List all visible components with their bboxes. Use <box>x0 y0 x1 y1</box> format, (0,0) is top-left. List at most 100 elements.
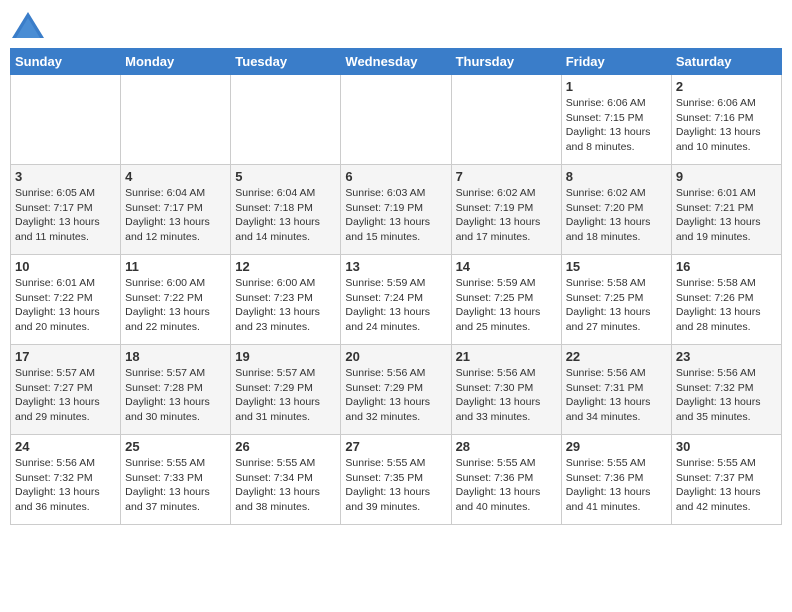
day-info: Sunrise: 5:59 AM Sunset: 7:25 PM Dayligh… <box>456 276 557 335</box>
calendar-week-row: 24Sunrise: 5:56 AM Sunset: 7:32 PM Dayli… <box>11 435 782 525</box>
calendar-cell: 14 Sunrise: 5:59 AM Sunset: 7:25 PM Dayli… <box>451 255 561 345</box>
weekday-header-saturday: Saturday <box>671 49 781 75</box>
calendar-week-row: 1 Sunrise: 6:06 AM Sunset: 7:15 PM Daylig… <box>11 75 782 165</box>
calendar-cell <box>121 75 231 165</box>
calendar-cell: 2 Sunrise: 6:06 AM Sunset: 7:16 PM Daylig… <box>671 75 781 165</box>
day-number: 30 <box>676 439 777 454</box>
day-number: 26 <box>235 439 336 454</box>
calendar-cell <box>231 75 341 165</box>
day-number: 14 <box>456 259 557 274</box>
weekday-header-wednesday: Wednesday <box>341 49 451 75</box>
calendar-cell: 28 Sunrise: 5:55 AM Sunset: 7:36 PM Dayli… <box>451 435 561 525</box>
calendar-week-row: 17 Sunrise: 5:57 AM Sunset: 7:27 PM Dayli… <box>11 345 782 435</box>
day-info: Sunrise: 6:03 AM Sunset: 7:19 PM Dayligh… <box>345 186 446 245</box>
weekday-header-monday: Monday <box>121 49 231 75</box>
calendar-cell: 20 Sunrise: 5:56 AM Sunset: 7:29 PM Dayli… <box>341 345 451 435</box>
day-number: 5 <box>235 169 336 184</box>
day-number: 1 <box>566 79 667 94</box>
calendar-cell: 5Sunrise: 6:04 AM Sunset: 7:18 PM Daylig… <box>231 165 341 255</box>
day-info: Sunrise: 5:56 AM Sunset: 7:30 PM Dayligh… <box>456 366 557 425</box>
day-number: 11 <box>125 259 226 274</box>
day-info: Sunrise: 6:00 AM Sunset: 7:22 PM Dayligh… <box>125 276 226 335</box>
calendar-cell: 29 Sunrise: 5:55 AM Sunset: 7:36 PM Dayli… <box>561 435 671 525</box>
calendar-cell: 18 Sunrise: 5:57 AM Sunset: 7:28 PM Dayli… <box>121 345 231 435</box>
calendar-cell: 25 Sunrise: 5:55 AM Sunset: 7:33 PM Dayli… <box>121 435 231 525</box>
calendar-cell: 27Sunrise: 5:55 AM Sunset: 7:35 PM Dayli… <box>341 435 451 525</box>
day-info: Sunrise: 6:02 AM Sunset: 7:19 PM Dayligh… <box>456 186 557 245</box>
day-number: 3 <box>15 169 116 184</box>
day-number: 13 <box>345 259 446 274</box>
calendar-cell: 19 Sunrise: 5:57 AM Sunset: 7:29 PM Dayli… <box>231 345 341 435</box>
calendar-cell <box>451 75 561 165</box>
calendar-week-row: 10 Sunrise: 6:01 AM Sunset: 7:22 PM Dayli… <box>11 255 782 345</box>
day-number: 2 <box>676 79 777 94</box>
calendar-cell: 16Sunrise: 5:58 AM Sunset: 7:26 PM Dayli… <box>671 255 781 345</box>
calendar-cell: 1 Sunrise: 6:06 AM Sunset: 7:15 PM Daylig… <box>561 75 671 165</box>
day-number: 22 <box>566 349 667 364</box>
calendar-cell: 4 Sunrise: 6:04 AM Sunset: 7:17 PM Daylig… <box>121 165 231 255</box>
day-info: Sunrise: 5:55 AM Sunset: 7:33 PM Dayligh… <box>125 456 226 515</box>
calendar-cell: 23 Sunrise: 5:56 AM Sunset: 7:32 PM Dayli… <box>671 345 781 435</box>
weekday-header-thursday: Thursday <box>451 49 561 75</box>
day-number: 7 <box>456 169 557 184</box>
calendar-cell: 15 Sunrise: 5:58 AM Sunset: 7:25 PM Dayli… <box>561 255 671 345</box>
logo <box>10 10 50 40</box>
calendar-cell <box>341 75 451 165</box>
day-info: Sunrise: 5:57 AM Sunset: 7:28 PM Dayligh… <box>125 366 226 425</box>
day-info: Sunrise: 6:04 AM Sunset: 7:17 PM Dayligh… <box>125 186 226 245</box>
day-info: Sunrise: 5:58 AM Sunset: 7:25 PM Dayligh… <box>566 276 667 335</box>
weekday-header-sunday: Sunday <box>11 49 121 75</box>
day-info: Sunrise: 6:00 AM Sunset: 7:23 PM Dayligh… <box>235 276 336 335</box>
calendar-cell: 11 Sunrise: 6:00 AM Sunset: 7:22 PM Dayli… <box>121 255 231 345</box>
calendar-cell: 12 Sunrise: 6:00 AM Sunset: 7:23 PM Dayli… <box>231 255 341 345</box>
day-number: 17 <box>15 349 116 364</box>
calendar-cell: 17 Sunrise: 5:57 AM Sunset: 7:27 PM Dayli… <box>11 345 121 435</box>
calendar-cell: 13 Sunrise: 5:59 AM Sunset: 7:24 PM Dayli… <box>341 255 451 345</box>
day-info: Sunrise: 5:56 AM Sunset: 7:29 PM Dayligh… <box>345 366 446 425</box>
calendar-cell: 24Sunrise: 5:56 AM Sunset: 7:32 PM Dayli… <box>11 435 121 525</box>
day-info: Sunrise: 6:02 AM Sunset: 7:20 PM Dayligh… <box>566 186 667 245</box>
day-info: Sunrise: 6:06 AM Sunset: 7:15 PM Dayligh… <box>566 96 667 155</box>
day-number: 10 <box>15 259 116 274</box>
day-number: 19 <box>235 349 336 364</box>
day-info: Sunrise: 6:06 AM Sunset: 7:16 PM Dayligh… <box>676 96 777 155</box>
calendar-cell: 21 Sunrise: 5:56 AM Sunset: 7:30 PM Dayli… <box>451 345 561 435</box>
day-info: Sunrise: 5:59 AM Sunset: 7:24 PM Dayligh… <box>345 276 446 335</box>
day-info: Sunrise: 5:56 AM Sunset: 7:32 PM Dayligh… <box>676 366 777 425</box>
calendar-cell: 3 Sunrise: 6:05 AM Sunset: 7:17 PM Daylig… <box>11 165 121 255</box>
day-number: 25 <box>125 439 226 454</box>
day-number: 21 <box>456 349 557 364</box>
day-number: 28 <box>456 439 557 454</box>
calendar-cell: 6Sunrise: 6:03 AM Sunset: 7:19 PM Daylig… <box>341 165 451 255</box>
day-info: Sunrise: 6:05 AM Sunset: 7:17 PM Dayligh… <box>15 186 116 245</box>
calendar-cell: 10 Sunrise: 6:01 AM Sunset: 7:22 PM Dayli… <box>11 255 121 345</box>
day-number: 20 <box>345 349 446 364</box>
weekday-header-tuesday: Tuesday <box>231 49 341 75</box>
day-info: Sunrise: 5:57 AM Sunset: 7:27 PM Dayligh… <box>15 366 116 425</box>
day-info: Sunrise: 5:57 AM Sunset: 7:29 PM Dayligh… <box>235 366 336 425</box>
calendar-cell: 26Sunrise: 5:55 AM Sunset: 7:34 PM Dayli… <box>231 435 341 525</box>
calendar-table: SundayMondayTuesdayWednesdayThursdayFrid… <box>10 48 782 525</box>
calendar-cell: 22 Sunrise: 5:56 AM Sunset: 7:31 PM Dayli… <box>561 345 671 435</box>
day-number: 23 <box>676 349 777 364</box>
day-number: 18 <box>125 349 226 364</box>
day-info: Sunrise: 5:56 AM Sunset: 7:31 PM Dayligh… <box>566 366 667 425</box>
day-number: 27 <box>345 439 446 454</box>
logo-icon <box>10 10 46 40</box>
calendar-cell <box>11 75 121 165</box>
day-number: 9 <box>676 169 777 184</box>
day-number: 29 <box>566 439 667 454</box>
day-info: Sunrise: 5:58 AM Sunset: 7:26 PM Dayligh… <box>676 276 777 335</box>
calendar-cell: 7 Sunrise: 6:02 AM Sunset: 7:19 PM Daylig… <box>451 165 561 255</box>
day-info: Sunrise: 6:01 AM Sunset: 7:22 PM Dayligh… <box>15 276 116 335</box>
page-header <box>10 10 782 40</box>
calendar-cell: 30Sunrise: 5:55 AM Sunset: 7:37 PM Dayli… <box>671 435 781 525</box>
day-info: Sunrise: 5:55 AM Sunset: 7:36 PM Dayligh… <box>566 456 667 515</box>
day-info: Sunrise: 5:55 AM Sunset: 7:36 PM Dayligh… <box>456 456 557 515</box>
day-number: 15 <box>566 259 667 274</box>
day-info: Sunrise: 6:01 AM Sunset: 7:21 PM Dayligh… <box>676 186 777 245</box>
day-number: 12 <box>235 259 336 274</box>
day-number: 4 <box>125 169 226 184</box>
calendar-cell: 9 Sunrise: 6:01 AM Sunset: 7:21 PM Daylig… <box>671 165 781 255</box>
calendar-cell: 8Sunrise: 6:02 AM Sunset: 7:20 PM Daylig… <box>561 165 671 255</box>
